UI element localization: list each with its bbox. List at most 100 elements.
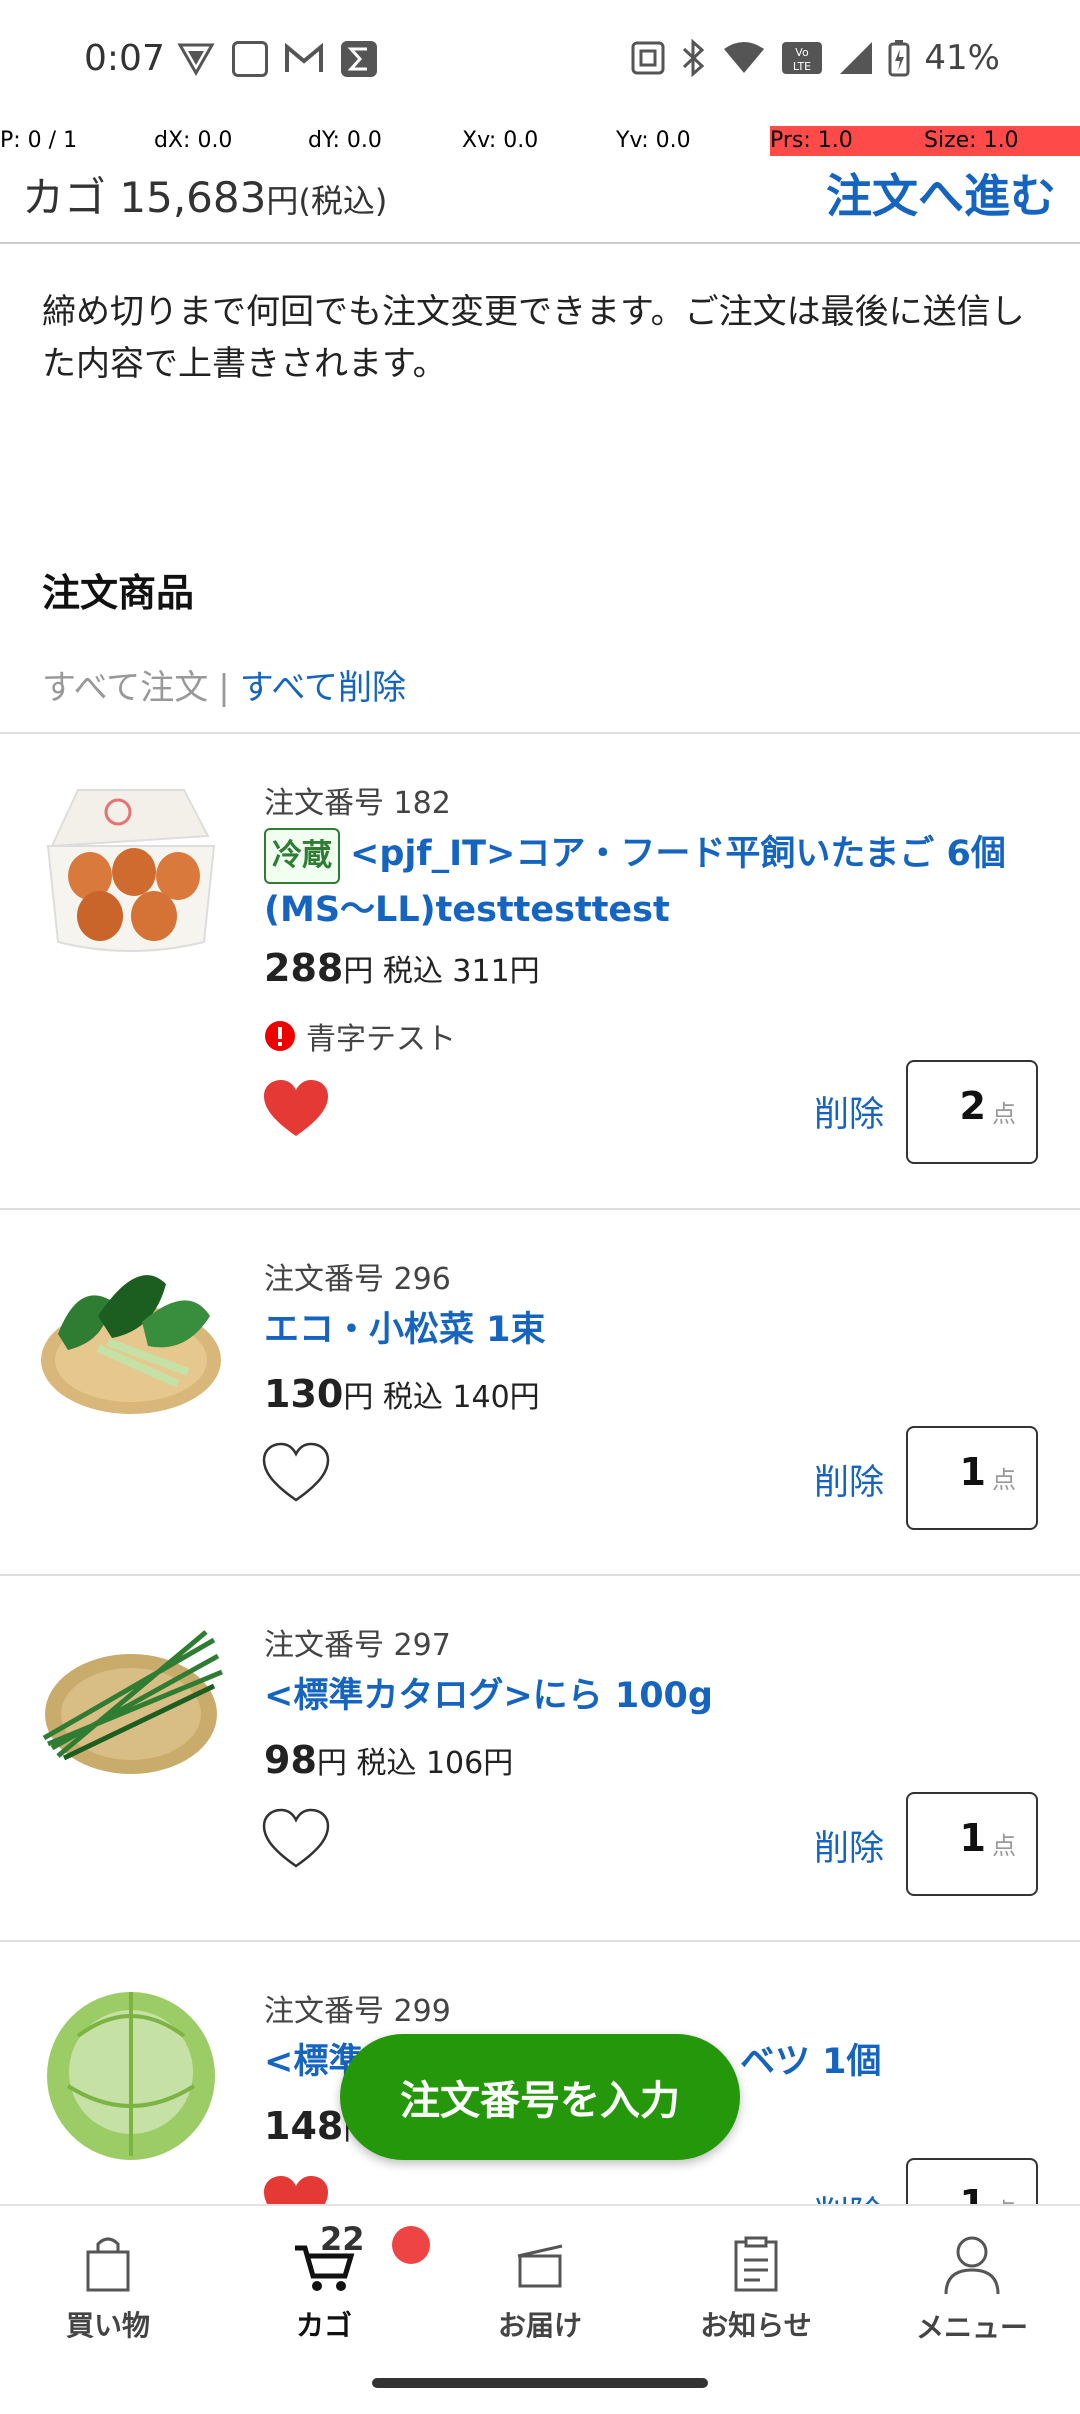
nav-label: カゴ — [295, 2309, 352, 2342]
change-notice: 締め切りまで何回でも注文変更できます。ご注文は最後に送信した内容で上書きされます… — [42, 292, 1025, 384]
vpn-icon — [177, 43, 215, 77]
nav-label: メニュー — [915, 2311, 1028, 2344]
price-tax-incl: 税込 311円 — [382, 954, 540, 989]
section-title: 注文商品 — [42, 571, 195, 615]
favorite-outline-heart-icon[interactable] — [262, 1442, 330, 1504]
cart-total: カゴ 15,683円(税込) — [22, 164, 387, 225]
price-value: 288 — [264, 946, 344, 990]
order-number: 注文番号 299 — [264, 1994, 451, 2029]
debug-pointer: P: 0 / 1 — [0, 128, 78, 153]
cabbage-image — [47, 1992, 215, 2160]
order-number: 注文番号 296 — [264, 1262, 451, 1297]
nav-shopping[interactable]: 買い物 — [28, 2234, 188, 2344]
product-name-link[interactable]: エコ・小松菜 1束 — [264, 1304, 1044, 1356]
nav-delivery[interactable]: お届け — [460, 2234, 620, 2344]
svg-text:LTE: LTE — [793, 60, 811, 73]
bluetooth-icon — [683, 39, 705, 77]
notification-dot — [392, 2226, 430, 2264]
sigma-app-icon — [341, 41, 377, 77]
svg-text:Vo: Vo — [796, 46, 810, 59]
nav-notices[interactable]: お知らせ — [676, 2234, 836, 2344]
order-number: 注文番号 297 — [264, 1628, 451, 1663]
price-value: 98 — [264, 1738, 317, 1782]
system-icons: Vo LTE 41% — [630, 38, 1000, 78]
chilled-tag: 冷蔵 — [264, 828, 340, 884]
divider — [0, 1574, 1080, 1576]
debug-dx: dX: 0.0 — [154, 128, 233, 153]
order-number: 注文番号 182 — [264, 786, 451, 821]
favorite-outline-heart-icon[interactable] — [262, 1808, 330, 1870]
price: 98円 税込 106円 — [264, 1738, 513, 1782]
nira-image — [42, 1630, 223, 1774]
debug-xv: Xv: 0.0 — [462, 128, 539, 153]
battery-icon — [888, 40, 910, 77]
quantity-box[interactable]: 1点 — [906, 2158, 1038, 2204]
order-all-link[interactable]: すべて注文 — [42, 668, 208, 708]
clock: 0:07 — [84, 38, 165, 79]
person-icon — [944, 2236, 1000, 2295]
favorite-filled-heart-icon[interactable] — [262, 1078, 330, 1140]
divider — [0, 732, 1080, 734]
debug-size: Size: 1.0 — [924, 126, 1080, 156]
battery-percent: 41% — [924, 38, 1000, 78]
signal-icon — [840, 42, 873, 74]
note-text: 青字テスト — [306, 1022, 456, 1057]
quantity-unit: 点 — [992, 2192, 1016, 2204]
egg-carton-image — [46, 789, 216, 952]
alert-icon — [265, 1021, 295, 1051]
quantity-box[interactable]: 1点 — [906, 1426, 1038, 1530]
product-name-link[interactable]: <標準カタログ>にら 100g — [264, 1670, 1044, 1722]
quantity-unit: 点 — [992, 1832, 1016, 1860]
cart-count-badge: 22 — [320, 2220, 365, 2258]
quantity-value: 1 — [959, 2182, 986, 2204]
delete-button[interactable]: 削除 — [814, 1086, 884, 1137]
quantity-unit: 点 — [992, 1466, 1016, 1494]
quantity-unit: 点 — [992, 1100, 1016, 1128]
pointer-debug-overlay: P: 0 / 1 dX: 0.0 dY: 0.0 Xv: 0.0 Yv: 0.0… — [0, 126, 1080, 156]
product-name-end: ベツ 1個 — [740, 2042, 882, 2082]
notification-icons — [176, 40, 378, 78]
price-value: 148 — [264, 2104, 344, 2148]
price-yen: 円 — [343, 1380, 374, 1415]
quantity-value: 1 — [959, 1450, 986, 1494]
debug-pressure: Prs: 1.0 — [770, 126, 924, 156]
product-name-link[interactable]: 冷蔵 <pjf_IT>コア・フード平飼いたまご 6個(MS〜LL)testtest… — [264, 828, 1044, 936]
bulk-separator: | — [218, 668, 230, 708]
delete-button[interactable]: 削除 — [814, 1820, 884, 1871]
quantity-box[interactable]: 2点 — [906, 1060, 1038, 1164]
enter-order-number-button[interactable]: 注文番号を入力 — [340, 2034, 740, 2160]
proceed-to-order-button[interactable]: 注文へ進む — [826, 160, 1056, 226]
debug-yv: Yv: 0.0 — [616, 128, 691, 153]
gesture-home-bar[interactable] — [372, 2378, 708, 2388]
item-note: 青字テスト — [264, 1014, 456, 1058]
cart-amount-suffix: 円(税込) — [266, 182, 388, 220]
nav-menu[interactable]: メニュー — [892, 2234, 1052, 2346]
delivery-box-icon — [517, 2244, 563, 2288]
quantity-value: 1 — [959, 1816, 986, 1860]
nav-label: お知らせ — [700, 2309, 812, 2342]
bulk-actions: すべて注文 | すべて削除 — [42, 660, 406, 709]
cart-amount: 15,683 — [119, 173, 267, 222]
price-tax-incl: 税込 106円 — [356, 1746, 514, 1781]
nfc-icon — [631, 41, 665, 75]
nav-label: 買い物 — [65, 2309, 150, 2342]
price-yen: 円 — [316, 1746, 347, 1781]
shopping-bag-icon — [86, 2237, 130, 2292]
delete-all-link[interactable]: すべて削除 — [240, 668, 406, 708]
price-tax-incl: 税込 140円 — [382, 1380, 540, 1415]
price: 130円 税込 140円 — [264, 1372, 540, 1416]
volte-icon: VoLTE — [782, 42, 823, 74]
product-name: <pjf_IT>コア・フード平飼いたまご 6個(MS〜LL)testtestte… — [264, 834, 1006, 930]
delete-button[interactable]: 削除 — [814, 2186, 884, 2204]
price-value: 130 — [264, 1372, 344, 1416]
komatsuna-image — [41, 1275, 221, 1414]
price: 288円 税込 311円 — [264, 946, 540, 990]
quantity-box[interactable]: 1点 — [906, 1792, 1038, 1896]
sportsbull-icon — [232, 41, 268, 77]
favorite-filled-heart-icon[interactable] — [262, 2174, 330, 2204]
wifi-icon — [724, 42, 765, 73]
quantity-value: 2 — [959, 1084, 986, 1128]
divider — [0, 1208, 1080, 1210]
delete-button[interactable]: 削除 — [814, 1454, 884, 1505]
price-yen: 円 — [343, 954, 374, 989]
